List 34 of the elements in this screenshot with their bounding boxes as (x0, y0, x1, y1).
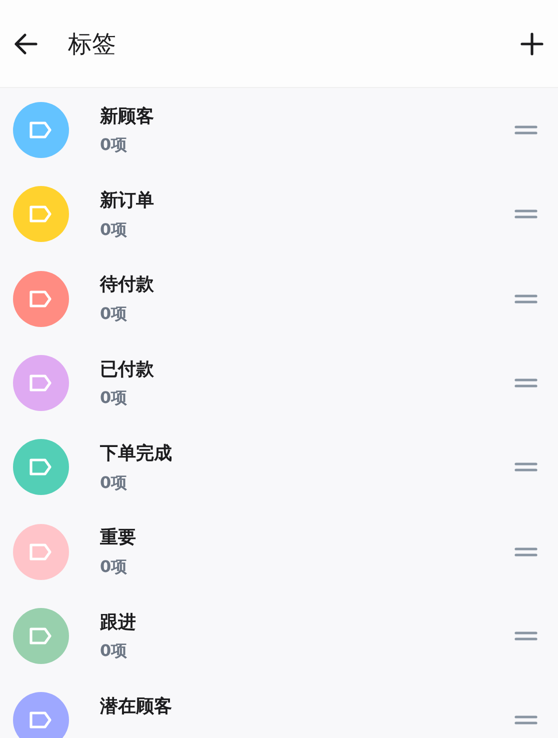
tag-name: 新订单 (100, 190, 155, 212)
plus-icon (520, 32, 544, 56)
drag-handle-icon[interactable] (514, 630, 538, 642)
tag-count: 0项 (100, 220, 128, 239)
tag-row[interactable]: 下单完成 0项 (0, 425, 558, 510)
tag-count: 0项 (100, 304, 128, 324)
tag-row[interactable]: 已付款 0项 (0, 340, 558, 426)
tag-count: 0项 (100, 641, 128, 660)
tag-count: 0项 (100, 472, 128, 492)
tag-row[interactable]: 潜在顾客 (0, 678, 558, 738)
drag-handle-icon[interactable] (514, 714, 538, 726)
drag-handle-icon[interactable] (514, 124, 538, 136)
drag-handle-icon[interactable] (514, 208, 538, 220)
tag-name: 已付款 (100, 358, 155, 380)
drag-handle-icon[interactable] (514, 461, 538, 474)
tag-name: 潜在顾客 (100, 696, 173, 718)
tag-name: 跟进 (100, 612, 137, 634)
tag-count: 0项 (100, 556, 128, 576)
tag-row[interactable]: 待付款 0项 (0, 256, 558, 341)
tag-name: 新顾客 (100, 106, 155, 128)
drag-handle-icon[interactable] (514, 292, 538, 305)
page-title: 标签 (68, 28, 116, 60)
tag-name: 重要 (100, 527, 137, 549)
tag-row[interactable]: 重要 0项 (0, 509, 558, 594)
tag-row[interactable]: 新顾客 0项 (0, 88, 558, 172)
tag-name: 待付款 (100, 274, 155, 296)
tag-row[interactable]: 新订单 0项 (0, 172, 558, 257)
tag-name: 下单完成 (100, 442, 173, 465)
tag-row[interactable]: 跟进 0项 (0, 594, 558, 678)
drag-handle-icon[interactable] (514, 546, 538, 558)
add-button[interactable] (518, 30, 546, 58)
tag-count: 0项 (100, 388, 128, 408)
tag-count: 0项 (100, 135, 128, 155)
drag-handle-icon[interactable] (514, 377, 538, 390)
